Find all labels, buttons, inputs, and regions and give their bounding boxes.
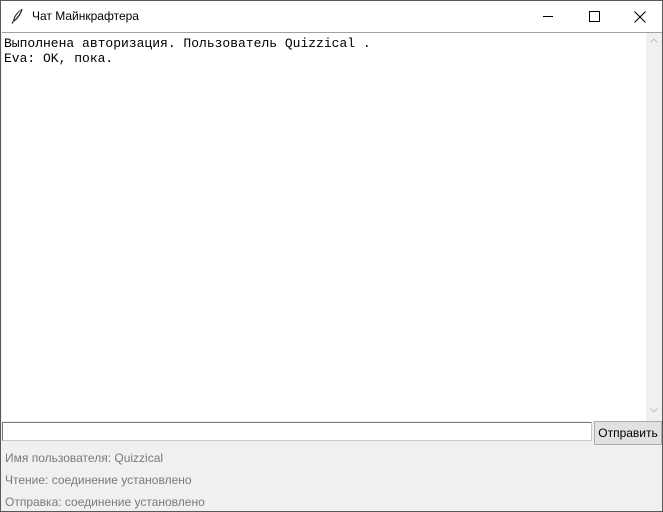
close-button[interactable] <box>617 1 663 32</box>
title-bar[interactable]: Чат Майнкрафтера <box>1 1 662 32</box>
maximize-icon <box>589 11 600 22</box>
status-username: Имя пользователя: Quizzical <box>5 451 164 465</box>
app-window: Чат Майнкрафтера Выполнена авторизация. … <box>0 0 663 512</box>
feather-icon <box>10 8 24 24</box>
chat-message: Выполнена авторизация. Пользователь Quiz… <box>4 36 371 51</box>
close-icon <box>634 11 646 23</box>
status-send: Отправка: соединение установлено <box>5 495 205 509</box>
status-read: Чтение: соединение установлено <box>5 473 192 487</box>
scroll-down-icon[interactable] <box>650 408 658 413</box>
maximize-button[interactable] <box>571 1 617 32</box>
minimize-button[interactable] <box>525 1 571 32</box>
chat-scrollbar[interactable] <box>646 32 662 421</box>
send-button[interactable]: Отправить <box>594 421 662 445</box>
chat-message: Eva: OK, пока. <box>4 51 114 66</box>
window-title: Чат Майнкрафтера <box>32 9 139 23</box>
scroll-up-icon[interactable] <box>650 38 658 43</box>
message-input[interactable] <box>2 422 592 441</box>
chat-log[interactable]: Выполнена авторизация. Пользователь Quiz… <box>2 32 646 421</box>
minimize-icon <box>543 16 553 17</box>
